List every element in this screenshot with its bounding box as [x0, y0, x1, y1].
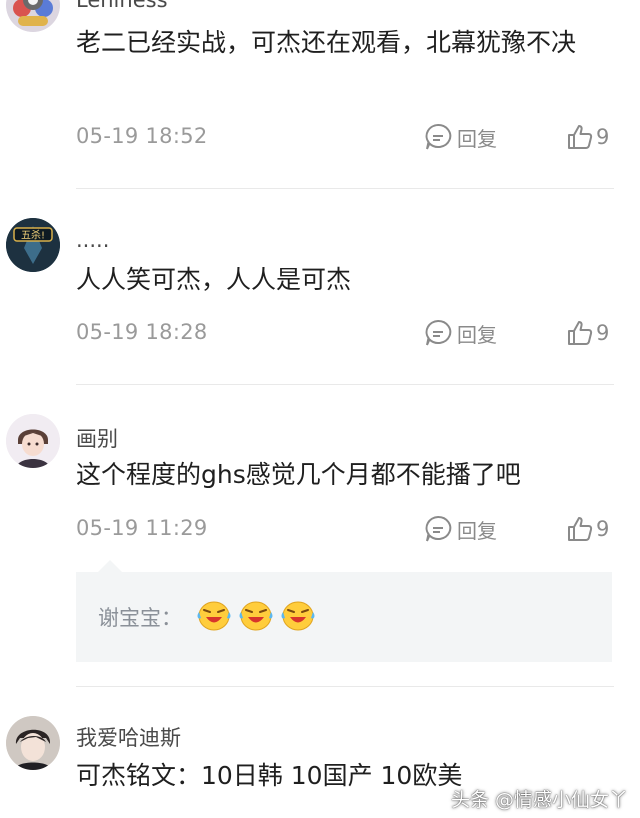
- reply-label: 回复: [457, 518, 497, 543]
- sub-reply-box[interactable]: 谢宝宝：: [76, 560, 612, 662]
- reply-icon: [425, 123, 452, 150]
- laughing-crying-emoji-icon: [197, 601, 231, 631]
- comment-meta: 05-19 18:28 回复 9: [76, 318, 616, 350]
- watermark: 头条 @情感小仙女丫: [450, 789, 628, 811]
- comment-text: 人人笑可杰，人人是可杰: [76, 265, 352, 294]
- comment-meta: 05-19 11:29 回复 9: [76, 514, 616, 546]
- comment-text: 老二已经实战，可杰还在观看，北幕犹豫不决: [76, 28, 577, 57]
- divider: [76, 188, 614, 189]
- like-count: 9: [596, 321, 610, 345]
- avatar[interactable]: 五杀!: [6, 218, 60, 272]
- comment-meta: 05-19 18:52 回复 9: [76, 122, 616, 154]
- divider: [76, 384, 614, 385]
- like-button[interactable]: 9: [566, 514, 609, 544]
- avatar[interactable]: [6, 0, 60, 32]
- divider: [76, 686, 614, 687]
- comment-time: 05-19 18:28: [76, 320, 208, 344]
- reply-icon: [425, 515, 452, 542]
- username[interactable]: 画别: [76, 423, 118, 453]
- sub-reply-author[interactable]: 谢宝宝：: [98, 602, 182, 632]
- like-count: 9: [596, 517, 610, 541]
- reply-label: 回复: [457, 126, 497, 151]
- laughing-crying-emoji-icon: [239, 601, 273, 631]
- thumbs-up-icon: [568, 321, 593, 345]
- comment-time: 05-19 18:52: [76, 124, 208, 148]
- avatar-badge: 五杀!: [21, 229, 45, 242]
- reply-icon: [425, 319, 452, 346]
- laughing-crying-emoji-icon: [281, 601, 315, 631]
- reply-label: 回复: [457, 322, 497, 347]
- reply-button[interactable]: 回复: [423, 122, 497, 152]
- avatar[interactable]: [6, 414, 60, 468]
- thumbs-up-icon: [568, 517, 593, 541]
- like-count: 9: [596, 125, 610, 149]
- thumbs-up-icon: [568, 125, 593, 149]
- username[interactable]: 我爱哈迪斯: [76, 722, 181, 752]
- avatar[interactable]: [6, 716, 60, 770]
- reply-button[interactable]: 回复: [423, 514, 497, 544]
- username[interactable]: .....: [76, 228, 109, 252]
- like-button[interactable]: 9: [566, 318, 609, 348]
- comment-time: 05-19 11:29: [76, 516, 208, 540]
- username[interactable]: Leniness: [76, 0, 168, 12]
- reply-button[interactable]: 回复: [423, 318, 497, 348]
- comment-text: 这个程度的ghs感觉几个月都不能播了吧: [76, 460, 521, 489]
- like-button[interactable]: 9: [566, 122, 609, 152]
